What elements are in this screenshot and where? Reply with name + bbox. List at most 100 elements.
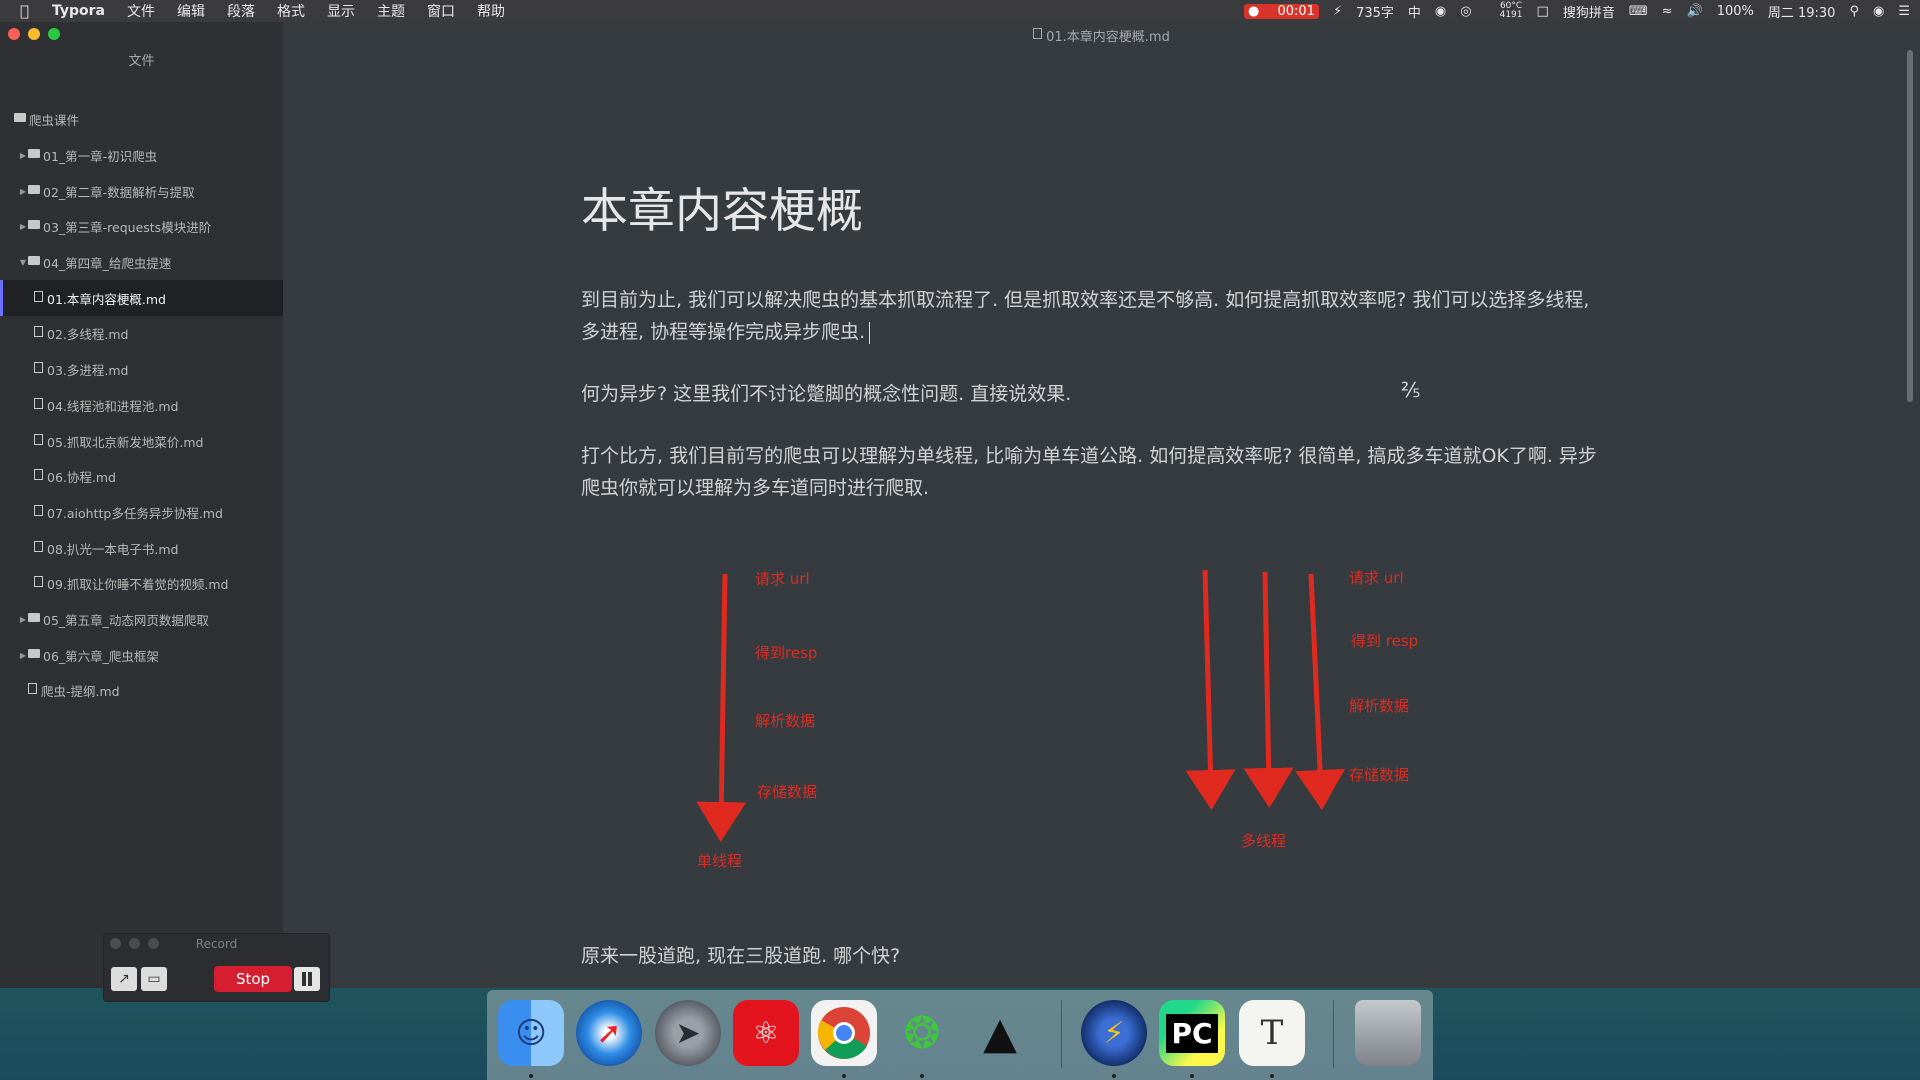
- wifi-icon[interactable]: ≈: [1662, 4, 1673, 19]
- chrome-logo: [817, 1007, 870, 1059]
- menu-app-name[interactable]: Typora: [52, 3, 105, 19]
- record-widget: Record ↗ ▭ Stop: [103, 933, 330, 1002]
- volume-icon[interactable]: 🔊: [1687, 4, 1703, 19]
- ibeam-cursor-icon: ⅖: [1401, 378, 1421, 402]
- scrollbar-thumb[interactable]: [1907, 50, 1913, 402]
- menu-paragraph[interactable]: 段落: [227, 1, 255, 21]
- paragraph-4[interactable]: 原来一股道跑, 现在三股道跑. 哪个快?: [581, 940, 1611, 972]
- window-controls: [8, 28, 68, 40]
- single-step-parse: 解析数据: [755, 712, 816, 730]
- safari-icon[interactable]: ➚: [576, 1000, 642, 1066]
- tree-item-label: 02_第二章-数据解析与提取: [43, 184, 195, 200]
- tree-root[interactable]: 爬虫课件: [0, 102, 283, 138]
- input-lang[interactable]: 中: [1408, 2, 1421, 21]
- paragraph-3[interactable]: 打个比方, 我们目前写的爬虫可以理解为单线程, 比喻为单车道公路. 如何提高效率…: [581, 440, 1611, 504]
- finder-icon[interactable]: ☺: [498, 1000, 564, 1066]
- pycharm-icon[interactable]: PC: [1159, 1000, 1225, 1066]
- menu-help[interactable]: 帮助: [477, 1, 505, 21]
- menu-format[interactable]: 格式: [277, 1, 305, 21]
- tree-file[interactable]: 02.多线程.md: [0, 316, 283, 352]
- stop-button[interactable]: Stop: [214, 966, 292, 992]
- launchpad-icon[interactable]: ➤: [655, 1000, 721, 1066]
- paragraph-1[interactable]: 到目前为止, 我们可以解决爬虫的基本抓取流程了. 但是抓取效率还是不够高. 如何…: [581, 284, 1611, 348]
- ime-indicator[interactable]: 搜狗拼音: [1563, 2, 1615, 21]
- paragraph-1-text: 到目前为止, 我们可以解决爬虫的基本抓取流程了. 但是抓取效率还是不够高. 如何…: [581, 289, 1590, 343]
- dock-separator: [1061, 1000, 1062, 1068]
- file-icon: [34, 576, 43, 588]
- page-title[interactable]: 本章内容梗概: [581, 172, 863, 241]
- paragraph-2[interactable]: 何为异步? 这里我们不讨论蹩脚的概念性问题. 直接说效果.: [581, 378, 1611, 410]
- file-icon: [34, 540, 43, 552]
- clipboard-icon[interactable]: □: [1537, 4, 1549, 19]
- netease-music-icon[interactable]: ⚛: [733, 1000, 799, 1066]
- trash-icon[interactable]: [1355, 1000, 1421, 1066]
- minimize-icon[interactable]: [28, 28, 40, 40]
- tree-file[interactable]: 05.抓取北京新发地菜价.md: [0, 423, 283, 459]
- tree-item-label: 02.多线程.md: [47, 327, 129, 343]
- single-caption: 单线程: [697, 852, 743, 870]
- file-icon: [34, 469, 43, 481]
- clock[interactable]: 周二 19:30: [1768, 2, 1836, 21]
- siri-icon[interactable]: ◉: [1873, 4, 1884, 19]
- tree-file[interactable]: 04.线程池和进程池.md: [0, 388, 283, 424]
- folder-icon: [14, 113, 26, 123]
- tree-folder[interactable]: ▶ 02_第二章-数据解析与提取: [0, 173, 283, 209]
- tree-item-label: 01_第一章-初识爬虫: [43, 149, 158, 165]
- bolt-icon[interactable]: ⚡: [1333, 4, 1342, 19]
- wechat-status-icon[interactable]: ◉: [1435, 4, 1446, 19]
- tree-item-label: 07.aiohttp多任务异步协程.md: [47, 505, 223, 521]
- search-icon[interactable]: ⚲: [1849, 4, 1859, 19]
- tree-file[interactable]: 08.扒光一本电子书.md: [0, 530, 283, 566]
- reeder-icon[interactable]: ⚡: [1081, 1000, 1147, 1066]
- tree-file[interactable]: 爬虫-提纲.md: [0, 673, 283, 709]
- battery-status[interactable]: 100%: [1717, 4, 1754, 19]
- menu-file[interactable]: 文件: [127, 1, 155, 21]
- keyboard-icon[interactable]: ⌨: [1629, 4, 1648, 19]
- tree-file[interactable]: 03.多进程.md: [0, 352, 283, 388]
- word-count[interactable]: 735字: [1356, 2, 1394, 21]
- cpu-temp[interactable]: 60°C 4191: [1486, 2, 1523, 20]
- record-status[interactable]: ● 00:01: [1243, 3, 1319, 19]
- close-icon[interactable]: [8, 28, 20, 40]
- typora-icon[interactable]: T: [1239, 1000, 1305, 1066]
- rectangle-tool-icon[interactable]: ▭: [141, 967, 167, 991]
- tree-folder[interactable]: ▶ 03_第三章-requests模块进阶: [0, 209, 283, 245]
- tree-file[interactable]: 07.aiohttp多任务异步协程.md: [0, 495, 283, 531]
- caret-right-icon[interactable]: ▶: [18, 151, 28, 160]
- apple-icon[interactable]: : [20, 2, 38, 20]
- tree-folder[interactable]: ▶ 01_第一章-初识爬虫: [0, 138, 283, 174]
- multi-thread-arrow-3: [1295, 573, 1346, 810]
- caret-right-icon[interactable]: ▶: [18, 651, 28, 660]
- tree-item-label: 03_第三章-requests模块进阶: [43, 220, 212, 236]
- menu-view[interactable]: 显示: [327, 1, 355, 21]
- menu-edit[interactable]: 编辑: [177, 1, 205, 21]
- tree-folder[interactable]: ▼ 04_第四章_给爬虫提速: [0, 245, 283, 281]
- folder-icon: [28, 648, 40, 658]
- document-icon: [1033, 28, 1043, 39]
- single-step-resp: 得到resp: [755, 644, 818, 662]
- menu-theme[interactable]: 主题: [377, 1, 405, 21]
- caret-right-icon[interactable]: ▶: [18, 187, 28, 196]
- chrome-status-icon[interactable]: ◎: [1460, 4, 1471, 19]
- tree-folder[interactable]: ▶ 05_第五章_动态网页数据爬取: [0, 602, 283, 638]
- notification-icon[interactable]: ☰: [1898, 4, 1910, 19]
- menu-window[interactable]: 窗口: [427, 1, 455, 21]
- tree-item-label: 04_第四章_给爬虫提速: [43, 256, 172, 272]
- tree-file[interactable]: 01.本章内容梗概.md: [0, 280, 283, 317]
- zoom-icon[interactable]: [48, 28, 60, 40]
- tree-item-label: 08.扒光一本电子书.md: [47, 541, 179, 557]
- wechat-icon[interactable]: ❂: [889, 1000, 955, 1066]
- tree-file[interactable]: 06.协程.md: [0, 459, 283, 495]
- caret-right-icon[interactable]: ▶: [18, 615, 28, 624]
- tree-item-label: 05_第五章_动态网页数据爬取: [43, 612, 209, 628]
- caret-down-icon[interactable]: ▼: [18, 258, 28, 267]
- pen-tool-icon[interactable]: ↗: [111, 967, 137, 991]
- chrome-icon[interactable]: [811, 1000, 877, 1066]
- tree-file[interactable]: 09.抓取让你睡不着觉的视频.md: [0, 566, 283, 602]
- qq-icon[interactable]: ▲: [967, 1000, 1033, 1066]
- tree-item-label: 03.多进程.md: [47, 363, 129, 379]
- tree-folder[interactable]: ▶ 06_第六章_爬虫框架: [0, 637, 283, 673]
- tree-item-label: 09.抓取让你睡不着觉的视频.md: [47, 577, 229, 593]
- caret-right-icon[interactable]: ▶: [18, 222, 28, 231]
- pause-icon[interactable]: [294, 967, 320, 991]
